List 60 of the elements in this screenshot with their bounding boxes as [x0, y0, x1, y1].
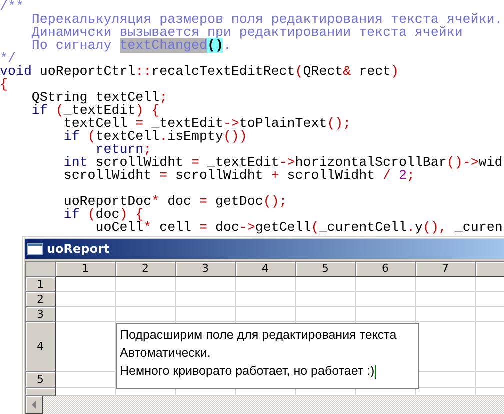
row-header[interactable]: 2: [26, 292, 56, 307]
code-line: uoReportDoc* doc = getDoc();: [62, 193, 288, 208]
code-line: Динамичски вызывается при редактировании текста ячейки: [30, 26, 463, 39]
code-line: int scrollWidht = _textEdit->horizontalScrollBar()->wid: [62, 156, 503, 169]
grid-cell: [296, 277, 356, 292]
grid-cell: [416, 292, 476, 307]
window-title: uoReport: [47, 242, 110, 256]
code-line: uoCell* cell = doc->getCell(_curentCell.y(), _curen: [94, 221, 503, 234]
grid-cell: [116, 277, 176, 292]
code-line: */: [0, 52, 16, 65]
grid-cell: [296, 307, 356, 322]
column-header[interactable]: 6: [356, 262, 416, 277]
grid-cell: [356, 277, 416, 292]
row-header[interactable]: 1: [26, 277, 56, 292]
grid-cell: [236, 277, 296, 292]
code-line: textCell = _textEdit->toPlainText();: [62, 117, 352, 130]
row-header[interactable]: 4: [26, 322, 56, 372]
grid-cell: [56, 277, 116, 292]
grid-cell: [236, 292, 296, 307]
code-line: scrollWidht = scrollWidht + scrollWidht / 2;: [62, 169, 415, 182]
column-header[interactable]: 5: [296, 262, 356, 277]
scroll-left-button[interactable]: [26, 396, 43, 414]
editor-text-line: Автоматически.: [120, 345, 211, 362]
cell-text-editor[interactable]: Подрасширим поле для редактирования текста Автоматически. Немного криворато работает, но работает :): [116, 323, 419, 389]
code-line: void uoReportCtrl::recalcTextEditRect(QRect& rect): [0, 65, 400, 78]
column-header[interactable]: 7: [416, 262, 476, 277]
column-header[interactable]: 4: [236, 262, 296, 277]
grid-cell: [116, 292, 176, 307]
code-line: {: [0, 78, 8, 91]
code-line: if (textCell.isEmpty()): [62, 130, 248, 143]
left-arrow-icon: [32, 401, 37, 409]
editor-text-line: Немного криворато работает, но работает :): [120, 363, 376, 380]
code-line: if (_textEdit) {: [30, 104, 160, 117]
row-header[interactable]: [26, 388, 56, 396]
row-header[interactable]: 5: [26, 372, 56, 388]
grid-cell: [176, 292, 236, 307]
grid-cell: [56, 307, 116, 322]
code-line: Перекалькуляция размеров поля редактирования текста ячейки.: [30, 13, 503, 26]
editor-text-line: Подрасширим поле для редактирования текста: [120, 327, 397, 344]
grid-cell: [356, 292, 416, 307]
window-icon: [27, 243, 43, 255]
grid-cell: [176, 277, 236, 292]
column-header[interactable]: 3: [176, 262, 236, 277]
row-header[interactable]: 3: [26, 307, 56, 322]
grid-cell: [356, 307, 416, 322]
code-line: if (doc) {: [62, 208, 144, 221]
grid-cell: [296, 292, 356, 307]
column-header[interactable]: 1: [56, 262, 116, 277]
column-header[interactable]: 2: [116, 262, 176, 277]
code-line: /**: [0, 0, 24, 13]
horizontal-scrollbar[interactable]: [26, 396, 504, 414]
grid-cell: [116, 307, 176, 322]
grid-cell: [56, 292, 116, 307]
code-line: QString textCell;: [30, 91, 168, 104]
grid-cell: [416, 277, 476, 292]
grid-cell: [416, 307, 476, 322]
grid-cell: [176, 307, 236, 322]
grid-cell: [236, 307, 296, 322]
code-line: По сигналу textChanged().: [30, 39, 232, 52]
code-line: return;: [94, 143, 152, 156]
